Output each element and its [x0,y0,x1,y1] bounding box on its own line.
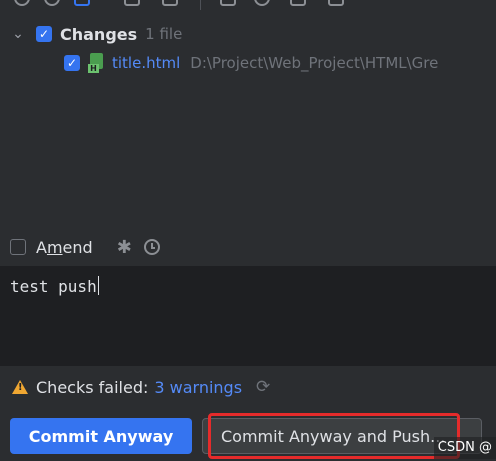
warnings-link[interactable]: 3 warnings [154,378,242,397]
refresh-icon[interactable] [14,0,30,6]
diff-icon[interactable] [124,0,140,6]
group-by-icon[interactable] [220,0,236,6]
view-options-icon[interactable] [254,0,270,6]
amend-row: Amend ✱ [0,230,496,264]
commit-toolbar [0,0,496,14]
text-caret [97,276,99,295]
changes-group-checkbox[interactable]: ✓ [36,26,52,42]
commit-anyway-button[interactable]: Commit Anyway [10,418,192,454]
amend-checkbox[interactable] [10,239,26,255]
shelve-icon[interactable] [162,0,178,6]
history-clock-icon[interactable] [143,239,160,255]
chevron-down-icon[interactable]: ⌄ [10,26,26,42]
expand-all-icon[interactable] [290,0,306,6]
file-row[interactable]: ✓ H title.html D:\Project\Web_Project\HT… [64,50,438,76]
checks-status-text: Checks failed: [36,377,149,397]
checks-status-row: Checks failed: 3 warnings ⟳ [0,374,496,400]
warning-icon [12,380,28,394]
changes-group-row[interactable]: ⌄ ✓ Changes 1 file [10,21,182,47]
collapse-all-icon[interactable] [328,0,344,6]
changes-file-count: 1 file [145,25,183,43]
file-path: D:\Project\Web_Project\HTML\Gre [190,54,439,72]
file-checkbox[interactable]: ✓ [64,55,80,71]
update-icon[interactable] [74,0,90,6]
rollback-icon[interactable] [44,0,60,6]
html-file-icon: H [88,53,106,73]
file-name[interactable]: title.html [112,54,180,72]
commit-message-editor[interactable]: test push [0,266,496,366]
watermark: CSDN @ [433,437,496,459]
amend-label[interactable]: Amend [36,238,93,257]
commit-message-text[interactable]: test push [10,276,99,296]
changes-tree: ⌄ ✓ Changes 1 file ✓ H title.html D:\Pro… [0,14,496,222]
rerun-checks-icon[interactable]: ⟳ [256,377,270,397]
gear-icon[interactable]: ✱ [117,237,132,258]
toolbar-divider [200,0,201,10]
changes-group-label: Changes [60,24,138,44]
